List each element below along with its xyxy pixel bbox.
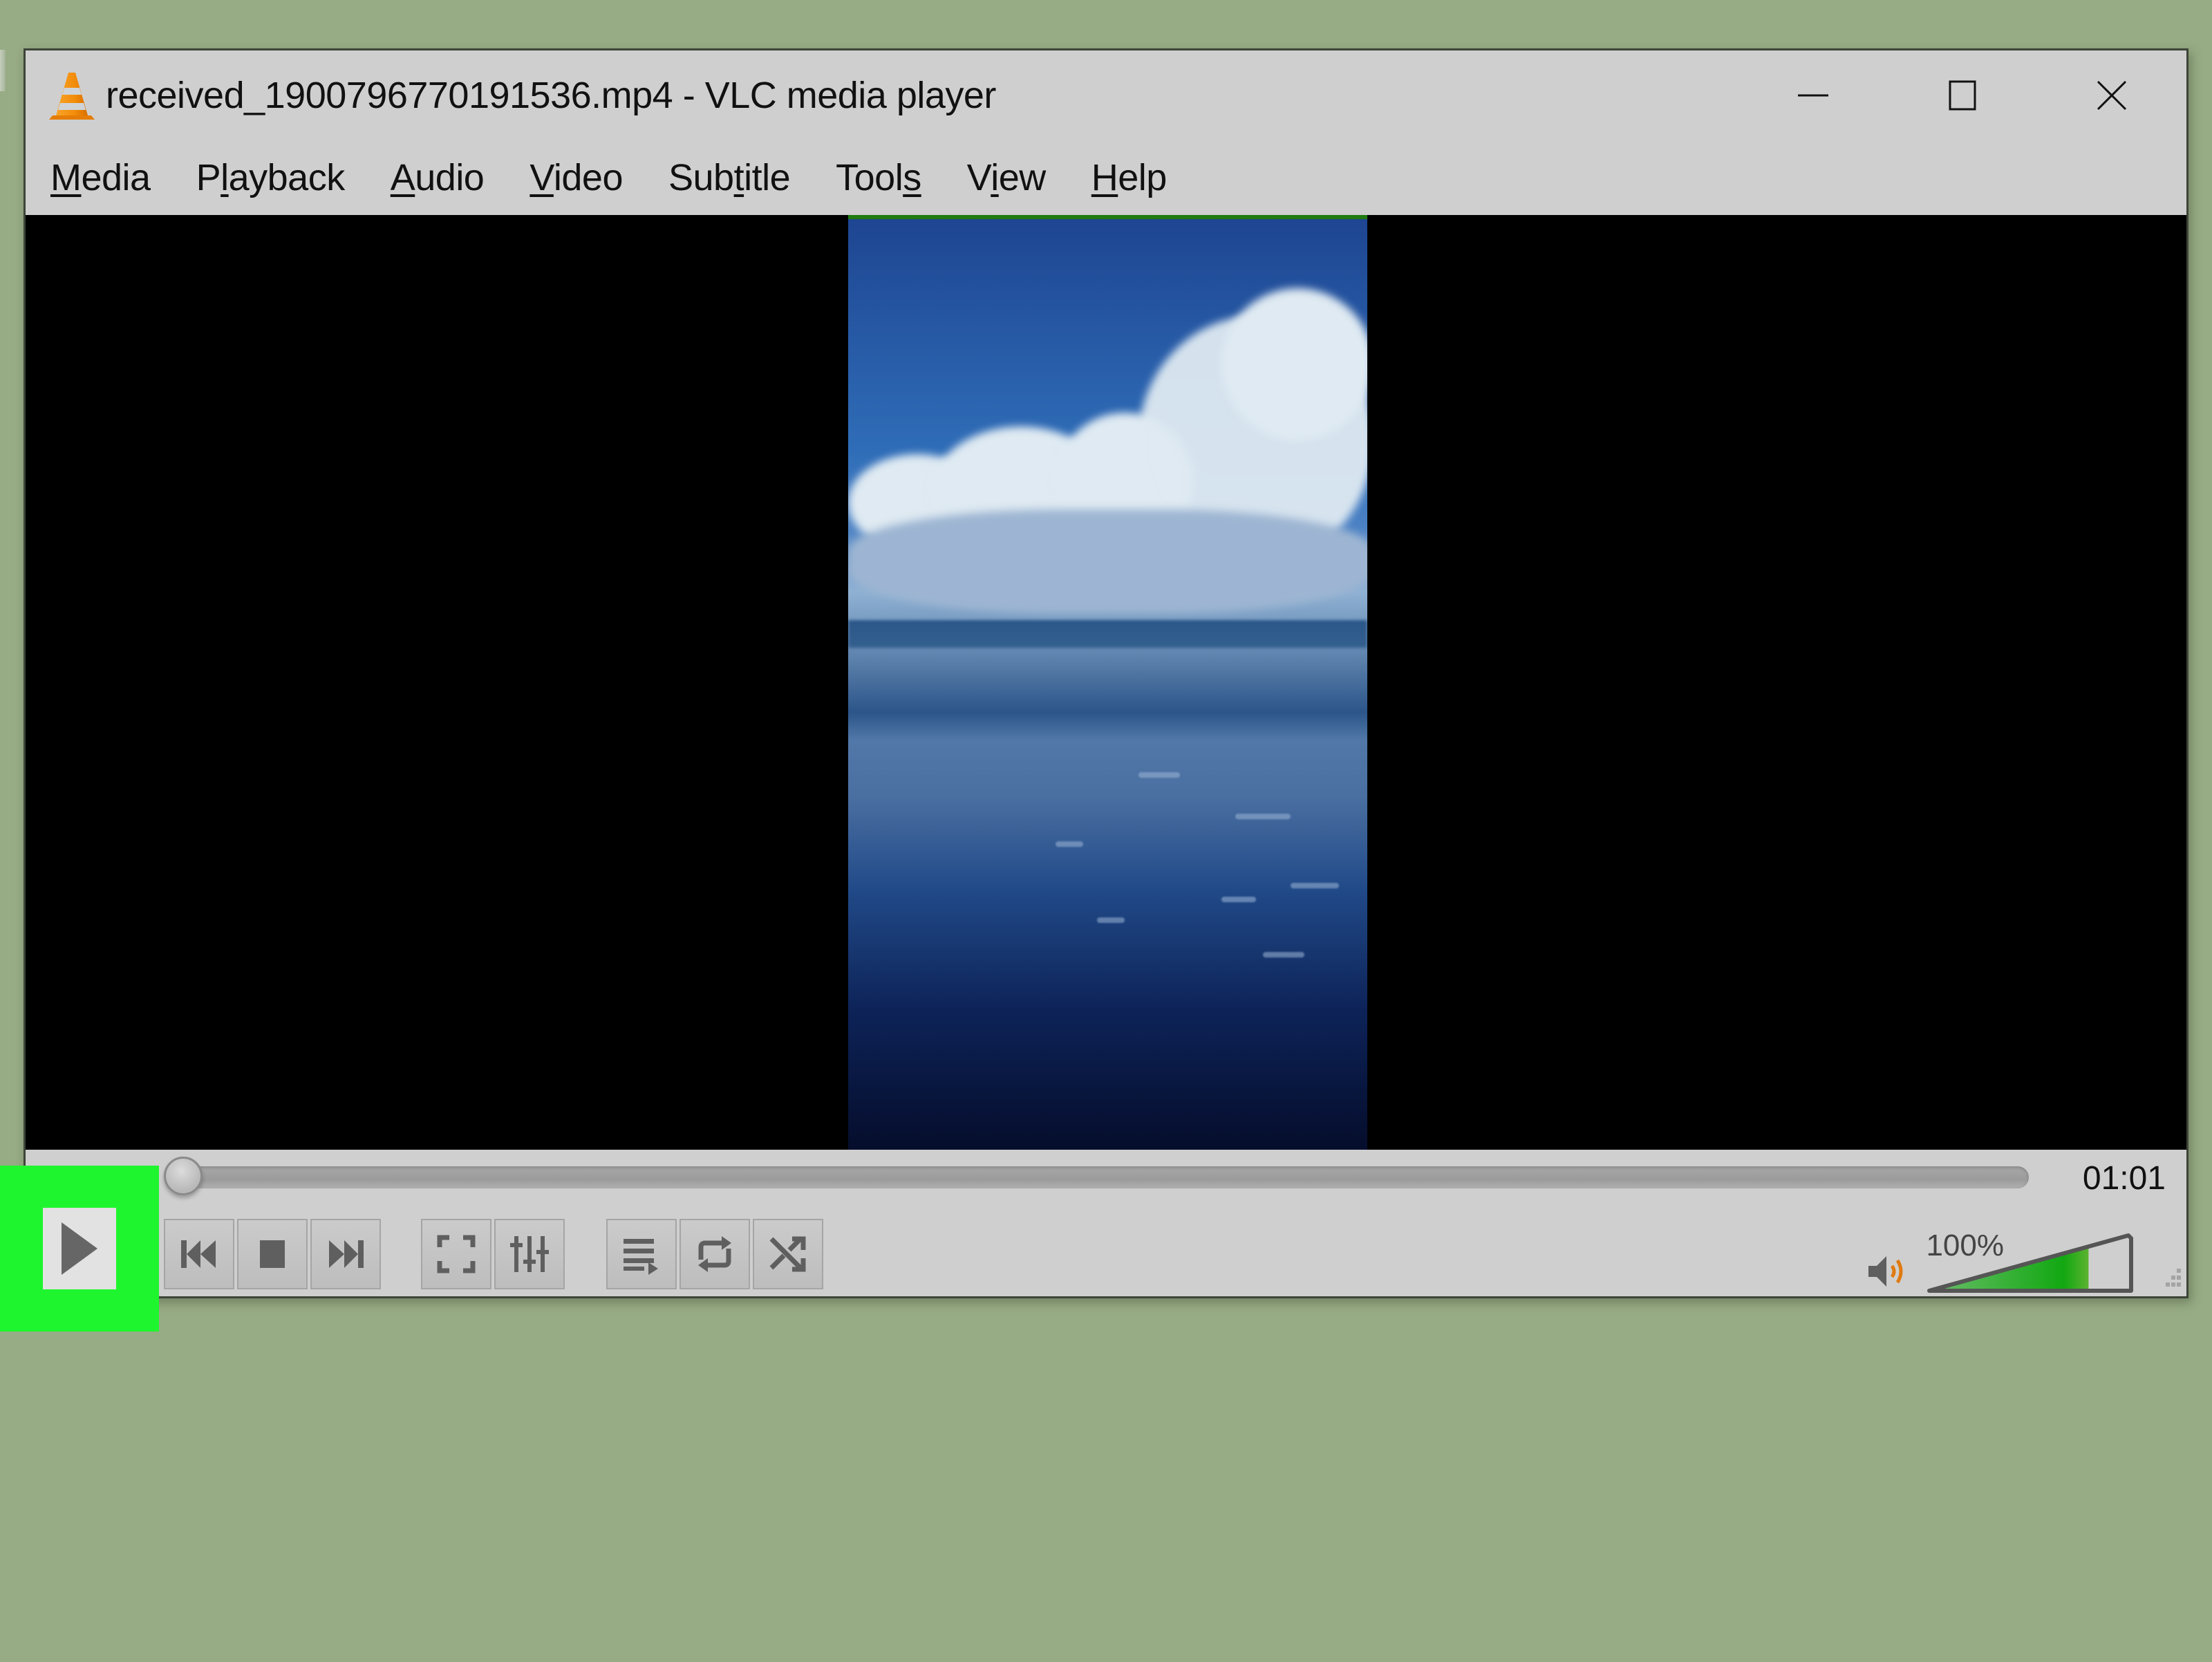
water-ripple (1235, 814, 1291, 819)
next-button[interactable] (310, 1219, 381, 1289)
playlist-button[interactable] (606, 1219, 677, 1289)
menu-video[interactable]: Video (507, 159, 646, 196)
menu-media[interactable]: Media (26, 159, 174, 196)
maximize-icon (1949, 80, 1976, 111)
video-frame[interactable] (848, 215, 1367, 1150)
seek-row: 00:00 01:01 (26, 1150, 2186, 1205)
menu-audio[interactable]: Audio (368, 159, 507, 196)
vlc-window: received_1900796770191536.mp4 - VLC medi… (24, 48, 2188, 1298)
seek-bar[interactable] (172, 1166, 2029, 1188)
fullscreen-icon (437, 1235, 476, 1273)
horizon (848, 620, 1367, 648)
maximize-button[interactable] (1888, 50, 2037, 140)
video-area[interactable] (26, 215, 2186, 1150)
water-ripple (1097, 917, 1125, 923)
cloud (848, 510, 1367, 613)
menu-tools[interactable]: Tools (813, 159, 944, 196)
stop-button[interactable] (237, 1219, 308, 1289)
volume-slider[interactable] (1924, 1230, 2138, 1296)
water-ripple (1263, 952, 1304, 958)
speaker-icon[interactable] (1867, 1252, 1913, 1291)
stop-icon (260, 1240, 285, 1268)
loop-icon (698, 1236, 731, 1272)
playlist-icon (624, 1239, 658, 1275)
menu-subtitle[interactable]: Subtitle (646, 159, 813, 196)
previous-button[interactable] (164, 1219, 234, 1289)
close-icon (2097, 80, 2127, 111)
title-bar[interactable]: received_1900796770191536.mp4 - VLC medi… (26, 50, 2186, 140)
window-title: received_1900796770191536.mp4 - VLC medi… (106, 75, 996, 116)
total-time: 01:01 (2082, 1160, 2166, 1197)
loop-button[interactable] (679, 1219, 750, 1289)
vlc-cone-icon (49, 73, 95, 120)
close-button[interactable] (2037, 50, 2186, 140)
water-ripple (1056, 841, 1083, 847)
menu-help[interactable]: Help (1069, 159, 1190, 196)
controls-row: 100% (26, 1205, 2186, 1296)
shuffle-button[interactable] (753, 1219, 823, 1289)
menu-view[interactable]: View (944, 159, 1069, 196)
extended-settings-button[interactable] (494, 1219, 565, 1289)
menu-bar: Media Playback Audio Video Subtitle Tools View… (26, 140, 2186, 215)
skip-previous-icon (181, 1240, 216, 1268)
seek-handle[interactable] (164, 1157, 203, 1195)
water-ripple (1221, 897, 1256, 902)
shuffle-icon (769, 1236, 806, 1272)
resize-grip-icon[interactable] (2159, 1267, 2182, 1291)
water-ripple (1138, 772, 1180, 778)
play-button[interactable] (43, 1208, 116, 1289)
desktop-icon-fragment (0, 50, 6, 91)
skip-next-icon (329, 1240, 364, 1268)
minimize-button[interactable] (1738, 50, 1888, 140)
menu-playback[interactable]: Playback (174, 159, 368, 196)
fullscreen-button[interactable] (421, 1219, 491, 1289)
minimize-icon (1798, 94, 1828, 97)
cloud (1221, 288, 1367, 440)
equalizer-sliders-icon (510, 1236, 549, 1272)
water-ripple (1291, 883, 1339, 888)
play-icon (62, 1222, 97, 1275)
